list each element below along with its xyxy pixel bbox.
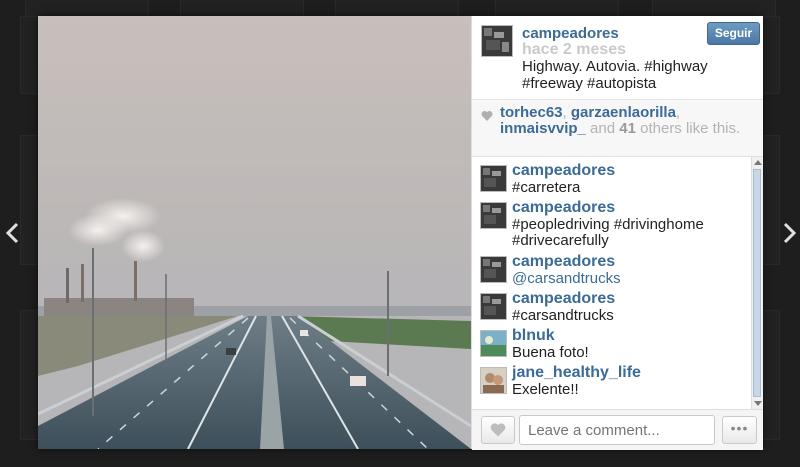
comments-list: campeadores #carretera campeadores #peop…	[472, 157, 763, 409]
likes-summary: torhec63, garzaenlaorilla, inmaisvvip_ a…	[472, 100, 763, 157]
post-sidebar: campeadores hace 2 meses Highway. Autovi…	[471, 16, 763, 450]
commenter-avatar[interactable]	[480, 293, 507, 320]
commenter-avatar[interactable]	[480, 330, 507, 357]
follow-button[interactable]: Seguir	[707, 22, 760, 45]
scroll-down-icon[interactable]	[754, 401, 762, 406]
like-button[interactable]	[481, 416, 515, 444]
comment-username[interactable]: campeadores	[512, 162, 615, 180]
comment-text: Exelente!!	[512, 381, 579, 398]
commenter-avatar[interactable]	[480, 367, 507, 394]
commenter-avatar[interactable]	[480, 256, 507, 283]
comment-username[interactable]: blnuk	[512, 327, 555, 345]
comment-mention-link[interactable]: @carsandtrucks	[512, 271, 738, 287]
post-timestamp: hace 2 meses	[522, 41, 627, 58]
liker-username[interactable]: garzaenlaorilla	[571, 104, 676, 121]
comment-input[interactable]	[519, 415, 715, 445]
comment-username[interactable]: jane_healthy_life	[512, 364, 641, 382]
scroll-thumb[interactable]	[753, 169, 761, 397]
comment-text: Buena foto!	[512, 344, 589, 361]
comment-text: #carretera	[512, 179, 581, 196]
post-header: campeadores hace 2 meses Highway. Autovi…	[472, 16, 763, 100]
comment-username[interactable]: campeadores	[512, 290, 615, 308]
heart-icon	[481, 111, 493, 121]
comment-text: #carsandtrucks	[512, 307, 614, 324]
comment-username[interactable]: campeadores	[512, 253, 615, 271]
comment-username[interactable]: campeadores	[512, 199, 615, 217]
highway-photo	[38, 16, 471, 449]
post-caption: Highway. Autovia. #highway #freeway #aut…	[522, 58, 708, 92]
commenter-avatar[interactable]	[480, 165, 507, 192]
comment-text: #peopledriving #drivinghome #drivecarefu…	[512, 216, 704, 249]
comment-compose-bar: •••	[472, 409, 763, 450]
more-options-button[interactable]: •••	[722, 416, 757, 444]
likes-count: 41	[619, 120, 636, 137]
photo-modal: campeadores hace 2 meses Highway. Autovi…	[38, 16, 763, 450]
likes-text: torhec63, garzaenlaorilla, inmaisvvip_ a…	[500, 104, 741, 137]
commenter-avatar[interactable]	[480, 202, 507, 229]
liker-username[interactable]: torhec63	[500, 104, 563, 121]
chevron-right-icon[interactable]	[778, 218, 800, 248]
liker-username[interactable]: inmaisvvip_	[500, 120, 586, 137]
scroll-up-icon[interactable]	[754, 160, 762, 165]
owner-avatar[interactable]	[481, 25, 513, 57]
owner-username[interactable]: campeadores	[522, 25, 619, 42]
heart-icon	[490, 423, 506, 437]
chevron-left-icon[interactable]	[2, 218, 24, 248]
comments-scrollbar[interactable]	[751, 157, 763, 409]
